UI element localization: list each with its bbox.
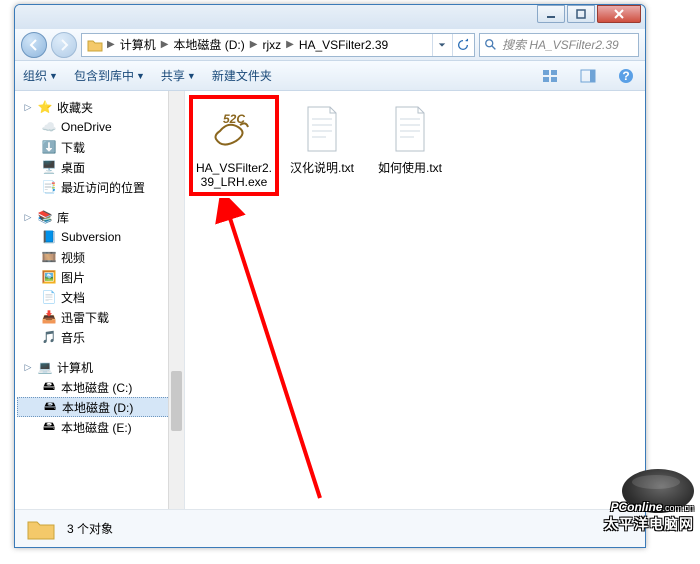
- navigation-tree: ▷⭐收藏夹 ☁️OneDrive ⬇️下载 🖥️桌面 📑最近访问的位置 ▷📚库 …: [15, 91, 185, 509]
- tree-xunlei[interactable]: 📥迅雷下载: [17, 307, 182, 327]
- chevron-down-icon: ▼: [136, 71, 145, 81]
- include-in-library-menu[interactable]: 包含到库中▼: [74, 67, 145, 84]
- file-howto-txt[interactable]: 如何使用.txt: [371, 101, 449, 175]
- file-ha-vsfilter-exe[interactable]: 52C HA_VSFilter2.39_LRH.exe: [195, 101, 273, 190]
- preview-pane-button[interactable]: [577, 65, 599, 87]
- expand-icon: ▷: [23, 102, 33, 112]
- search-box[interactable]: 搜索 HA_VSFilter2.39: [479, 33, 639, 57]
- refresh-button[interactable]: [452, 34, 472, 56]
- forward-button[interactable]: [51, 32, 77, 58]
- tree-documents[interactable]: 📄文档: [17, 287, 182, 307]
- tree-scrollbar[interactable]: [168, 91, 184, 509]
- status-count: 3 个对象: [67, 520, 113, 537]
- chevron-right-icon: ▶: [160, 39, 170, 50]
- close-button[interactable]: [597, 5, 641, 23]
- video-icon: 🎞️: [41, 249, 57, 265]
- address-dropdown[interactable]: [432, 34, 450, 56]
- tree-pictures[interactable]: 🖼️图片: [17, 267, 182, 287]
- search-icon: [484, 38, 498, 52]
- cloud-icon: ☁️: [41, 119, 57, 135]
- desktop-icon: 🖥️: [41, 159, 57, 175]
- minimize-button[interactable]: [537, 5, 565, 23]
- new-folder-button[interactable]: 新建文件夹: [212, 67, 272, 84]
- chevron-right-icon: ▶: [106, 39, 116, 50]
- music-icon: 🎵: [41, 329, 57, 345]
- file-label: 如何使用.txt: [371, 161, 449, 175]
- body: ▷⭐收藏夹 ☁️OneDrive ⬇️下载 🖥️桌面 📑最近访问的位置 ▷📚库 …: [15, 91, 645, 509]
- tree-drive-d[interactable]: 🖴本地磁盘 (D:): [17, 397, 182, 417]
- subversion-icon: 📘: [41, 229, 57, 245]
- tree-downloads[interactable]: ⬇️下载: [17, 137, 182, 157]
- breadcrumb-drive-d[interactable]: 本地磁盘 (D:): [169, 36, 248, 53]
- address-bar[interactable]: ▶ 计算机 ▶ 本地磁盘 (D:) ▶ rjxz ▶ HA_VSFilter2.…: [81, 33, 475, 57]
- chevron-down-icon: ▼: [187, 71, 196, 81]
- titlebar: [15, 5, 645, 29]
- drive-icon: 🖴: [42, 399, 58, 415]
- help-button[interactable]: ?: [615, 65, 637, 87]
- expand-icon: ▷: [23, 362, 33, 372]
- maximize-button[interactable]: [567, 5, 595, 23]
- view-options-button[interactable]: [539, 65, 561, 87]
- explorer-window: ▶ 计算机 ▶ 本地磁盘 (D:) ▶ rjxz ▶ HA_VSFilter2.…: [14, 4, 646, 548]
- tree-music[interactable]: 🎵音乐: [17, 327, 182, 347]
- pictures-icon: 🖼️: [41, 269, 57, 285]
- share-menu[interactable]: 共享▼: [161, 67, 196, 84]
- back-button[interactable]: [21, 32, 47, 58]
- exe-icon: 52C: [206, 101, 262, 157]
- download-icon: ⬇️: [41, 139, 57, 155]
- recent-icon: 📑: [41, 179, 57, 195]
- chevron-down-icon: ▼: [49, 71, 58, 81]
- nav-row: ▶ 计算机 ▶ 本地磁盘 (D:) ▶ rjxz ▶ HA_VSFilter2.…: [15, 29, 645, 61]
- folder-icon: [86, 36, 104, 54]
- txt-icon: [382, 101, 438, 157]
- tree-computer[interactable]: ▷💻计算机: [17, 357, 182, 377]
- svg-text:?: ?: [622, 69, 629, 83]
- txt-icon: [294, 101, 350, 157]
- search-placeholder: 搜索 HA_VSFilter2.39: [502, 36, 619, 53]
- tree-recent[interactable]: 📑最近访问的位置: [17, 177, 182, 197]
- tree-drive-e[interactable]: 🖴本地磁盘 (E:): [17, 417, 182, 437]
- chevron-right-icon: ▶: [249, 39, 259, 50]
- tree-desktop[interactable]: 🖥️桌面: [17, 157, 182, 177]
- breadcrumb-computer[interactable]: 计算机: [116, 36, 160, 53]
- tree-subversion[interactable]: 📘Subversion: [17, 227, 182, 247]
- toolbar: 组织▼ 包含到库中▼ 共享▼ 新建文件夹 ?: [15, 61, 645, 91]
- organize-menu[interactable]: 组织▼: [23, 67, 58, 84]
- drive-icon: 🖴: [41, 379, 57, 395]
- file-label: 汉化说明.txt: [283, 161, 361, 175]
- file-hanhua-txt[interactable]: 汉化说明.txt: [283, 101, 361, 175]
- folder-icon: [25, 513, 57, 545]
- tree-videos[interactable]: 🎞️视频: [17, 247, 182, 267]
- file-list[interactable]: 52C HA_VSFilter2.39_LRH.exe 汉化说明.txt 如何使…: [185, 91, 645, 509]
- computer-icon: 💻: [37, 359, 53, 375]
- breadcrumb-current[interactable]: HA_VSFilter2.39: [295, 38, 392, 52]
- breadcrumb-rjxz[interactable]: rjxz: [258, 38, 285, 52]
- star-icon: ⭐: [37, 99, 53, 115]
- xunlei-icon: 📥: [41, 309, 57, 325]
- tree-libraries[interactable]: ▷📚库: [17, 207, 182, 227]
- tree-favorites[interactable]: ▷⭐收藏夹: [17, 97, 182, 117]
- chevron-right-icon: ▶: [285, 39, 295, 50]
- expand-icon: ▷: [23, 212, 33, 222]
- documents-icon: 📄: [41, 289, 57, 305]
- status-bar: 3 个对象: [15, 509, 645, 547]
- tree-onedrive[interactable]: ☁️OneDrive: [17, 117, 182, 137]
- drive-icon: 🖴: [41, 419, 57, 435]
- watermark: PConline.com.cn 太平洋电脑网: [604, 469, 694, 554]
- library-icon: 📚: [37, 209, 53, 225]
- file-label: HA_VSFilter2.39_LRH.exe: [195, 161, 273, 190]
- tree-drive-c[interactable]: 🖴本地磁盘 (C:): [17, 377, 182, 397]
